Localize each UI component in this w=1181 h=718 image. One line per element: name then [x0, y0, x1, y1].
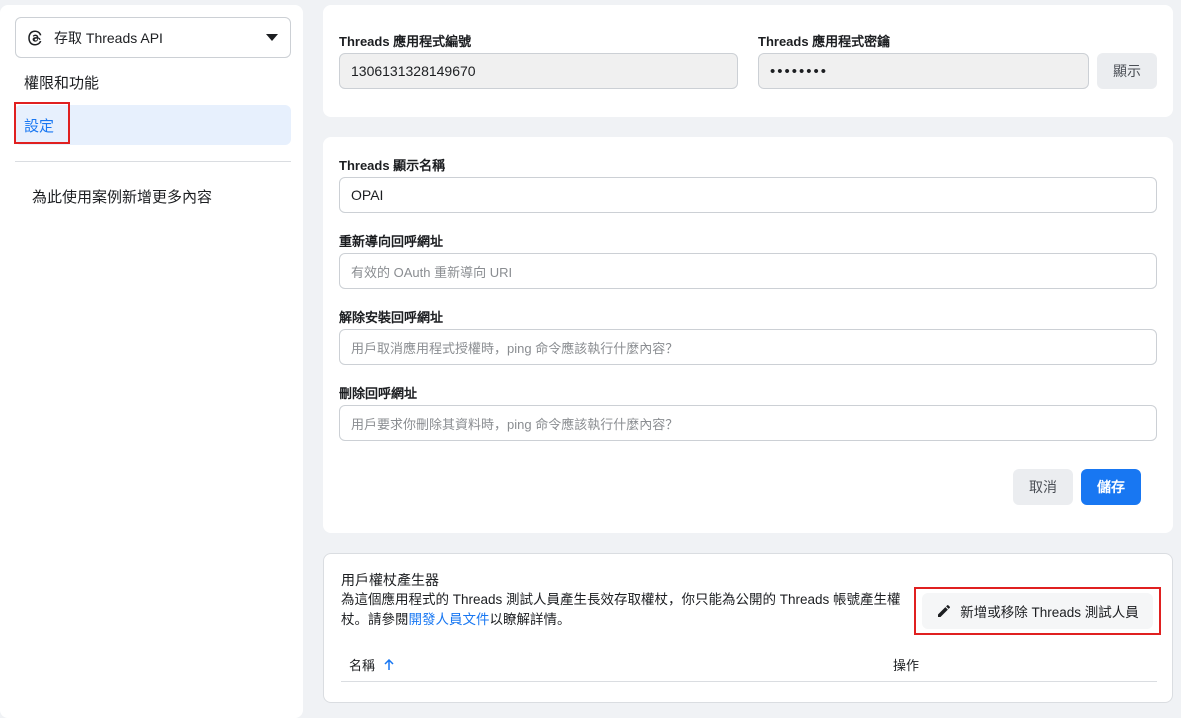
- column-header-name-label: 名稱: [349, 658, 376, 673]
- description-text-end: 以瞭解詳情。: [489, 612, 571, 627]
- token-generator-card: 用戶權杖產生器 為這個應用程式的 Threads 測試人員產生長效存取權杖，你只…: [323, 553, 1173, 703]
- highlight-box: [14, 102, 70, 144]
- uninstall-callback-label: 解除安裝回呼網址: [339, 310, 444, 325]
- delete-callback-label: 刪除回呼網址: [339, 386, 418, 401]
- token-generator-title: 用戶權杖產生器: [341, 572, 439, 588]
- chevron-down-icon: [266, 34, 278, 41]
- highlight-box: 新增或移除 Threads 測試人員: [914, 587, 1161, 635]
- uninstall-callback-input[interactable]: 用戶取消應用程式授權時，ping 命令應該執行什麼內容？: [339, 329, 1157, 365]
- redirect-uri-label: 重新導向回呼網址: [339, 234, 444, 249]
- sidebar-divider: [15, 161, 291, 162]
- settings-form-card: Threads 顯示名稱 重新導向回呼網址 有效的 OAuth 重新導向 URI…: [323, 137, 1173, 533]
- developer-docs-link[interactable]: 開發人員文件: [409, 612, 490, 627]
- display-name-input[interactable]: [339, 177, 1157, 213]
- column-header-action: 操作: [893, 658, 920, 673]
- add-more-content-link[interactable]: 為此使用案例新增更多內容: [32, 186, 212, 207]
- sidebar-item-settings[interactable]: 設定: [14, 102, 291, 145]
- use-case-selector[interactable]: 存取 Threads API: [15, 17, 291, 58]
- add-remove-testers-label: 新增或移除 Threads 測試人員: [960, 605, 1139, 620]
- pencil-icon: [938, 604, 951, 617]
- redirect-uri-input[interactable]: 有效的 OAuth 重新導向 URI: [339, 253, 1157, 289]
- cancel-button[interactable]: 取消: [1013, 469, 1073, 505]
- sidebar: 存取 Threads API 權限和功能 設定 為此使用案例新增更多內容: [0, 5, 303, 718]
- sidebar-item-permissions[interactable]: 權限和功能: [15, 62, 291, 102]
- app-secret-label: Threads 應用程式密鑰: [758, 34, 891, 49]
- add-remove-testers-button[interactable]: 新增或移除 Threads 測試人員: [922, 593, 1153, 629]
- threads-logo-icon: [28, 30, 42, 45]
- sort-arrow-up-icon: [384, 658, 394, 670]
- save-button[interactable]: 儲存: [1081, 469, 1141, 505]
- app-id-label: Threads 應用程式編號: [339, 34, 472, 49]
- use-case-selector-label: 存取 Threads API: [54, 29, 163, 46]
- delete-callback-input[interactable]: 用戶要求你刪除其資料時，ping 命令應該執行什麼內容？: [339, 405, 1157, 441]
- column-header-name[interactable]: 名稱: [349, 655, 395, 674]
- app-id-field[interactable]: 1306131328149670: [339, 53, 738, 89]
- token-generator-description: 為這個應用程式的 Threads 測試人員產生長效存取權杖，你只能為公開的 Th…: [341, 590, 901, 630]
- credentials-card: Threads 應用程式編號 1306131328149670 Threads …: [323, 5, 1173, 117]
- show-secret-button[interactable]: 顯示: [1097, 53, 1157, 89]
- sidebar-item-label: 權限和功能: [24, 74, 100, 92]
- app-secret-field[interactable]: ••••••••: [758, 53, 1089, 89]
- display-name-label: Threads 顯示名稱: [339, 158, 446, 173]
- table-header-divider: [341, 681, 1157, 682]
